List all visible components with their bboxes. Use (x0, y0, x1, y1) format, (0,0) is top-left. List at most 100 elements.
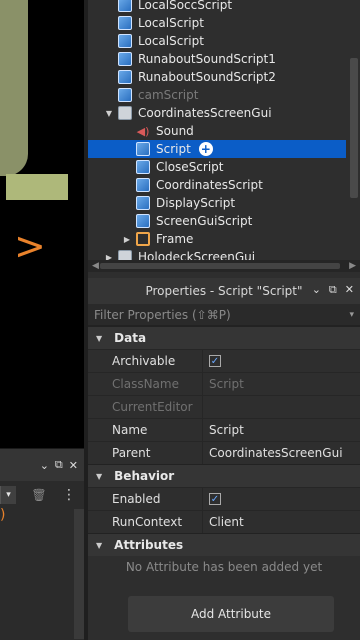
script-icon (118, 16, 132, 30)
collapse-icon[interactable]: ⌄ (40, 459, 49, 472)
viewport-wall (0, 0, 28, 176)
insert-object-icon[interactable]: + (198, 142, 213, 156)
property-value[interactable] (202, 396, 360, 418)
script-icon (136, 142, 150, 156)
explorer-item-label: DisplayScript (156, 196, 236, 210)
output-panel: ⌄ ⧉ ✕ ▾ 🗑 ⋮ ) (0, 448, 84, 640)
section-data[interactable]: ▼ Data (88, 326, 360, 349)
output-toolbar: ▾ 🗑 ⋮ (0, 481, 84, 509)
game-viewport[interactable]: > (0, 0, 84, 448)
explorer-item-label: CloseScript (156, 160, 224, 174)
explorer-item-label: RunaboutSoundScript2 (138, 70, 276, 84)
explorer-item[interactable]: LocalScript (88, 14, 346, 32)
output-panel-titlebar: ⌄ ⧉ ✕ (0, 449, 84, 481)
property-row: ClassName Script (88, 372, 360, 395)
script-icon (118, 34, 132, 48)
property-name: RunContext (112, 515, 183, 529)
property-name: Name (112, 423, 148, 437)
explorer-item-label: Script (156, 142, 191, 156)
checkbox-checked-icon[interactable]: ✓ (209, 493, 221, 505)
section-collapse-icon[interactable]: ▼ (96, 472, 102, 481)
property-name: Archivable (112, 354, 176, 368)
explorer-vertical-scrollbar[interactable] (350, 58, 358, 198)
property-row: Parent CoordinatesScreenGui (88, 441, 360, 464)
explorer-item-label: CoordinatesScreenGui (138, 106, 272, 120)
property-value[interactable]: Client (202, 511, 360, 533)
explorer-item[interactable]: LocalScript (88, 32, 346, 50)
property-row: Enabled ✓ (88, 487, 360, 510)
explorer-item[interactable]: RunaboutSoundScript1 (88, 50, 346, 68)
explorer-item[interactable]: CoordinatesScript (88, 176, 346, 194)
properties-title: Properties - Script "Script" (145, 284, 303, 298)
expand-arrow-icon[interactable]: ▼ (104, 109, 114, 118)
collapse-icon[interactable]: ⌄ (312, 283, 321, 297)
property-name: Enabled (112, 492, 161, 506)
trash-icon[interactable]: 🗑 (31, 488, 46, 502)
no-attributes-message: No Attribute has been added yet (125, 560, 323, 574)
explorer-item[interactable]: camScript (88, 86, 346, 104)
section-attributes-label: Attributes (114, 538, 184, 552)
viewport-plate (6, 174, 68, 200)
property-row: Name Script (88, 418, 360, 441)
more-icon[interactable]: ⋮ (62, 487, 76, 503)
script-icon (118, 88, 132, 102)
explorer-item[interactable]: ◀) Sound (88, 122, 346, 140)
checkbox-checked-icon[interactable]: ✓ (209, 355, 221, 367)
popout-icon[interactable]: ⧉ (329, 283, 337, 297)
explorer-item-label: Sound (156, 124, 194, 138)
explorer-item-label: camScript (138, 88, 199, 102)
explorer-horizontal-thumb[interactable] (100, 263, 340, 269)
property-value[interactable]: CoordinatesScreenGui (202, 442, 360, 464)
property-value[interactable]: Script (202, 419, 360, 441)
explorer-item[interactable]: CloseScript (88, 158, 346, 176)
script-icon (118, 0, 132, 12)
property-row: RunContext Client (88, 510, 360, 533)
property-name: CurrentEditor (112, 400, 193, 414)
filter-dropdown-icon[interactable]: ▾ (349, 310, 354, 320)
sound-icon: ◀) (136, 124, 150, 138)
filter-placeholder: Filter Properties (⇧⌘P) (94, 307, 231, 322)
explorer-item[interactable]: RunaboutSoundScript2 (88, 68, 346, 86)
popout-icon[interactable]: ⧉ (55, 458, 63, 472)
property-value[interactable]: Script (202, 373, 360, 395)
section-collapse-icon[interactable]: ▼ (96, 541, 102, 550)
explorer-item-label: ScreenGuiScript (156, 214, 253, 228)
section-attributes[interactable]: ▼ Attributes (88, 533, 360, 556)
scroll-right-icon[interactable]: ▶ (349, 261, 356, 271)
section-collapse-icon[interactable]: ▼ (96, 334, 102, 343)
scroll-left-icon[interactable]: ◀ (92, 261, 99, 271)
section-behavior[interactable]: ▼ Behavior (88, 464, 360, 487)
output-text: ) (0, 507, 6, 523)
explorer-item[interactable]: DisplayScript (88, 194, 346, 212)
explorer-item[interactable]: Script + (88, 140, 346, 158)
add-attribute-button[interactable]: Add Attribute (128, 596, 334, 632)
property-value[interactable]: ✓ (202, 488, 360, 510)
filter-dropdown-icon[interactable]: ▾ (0, 486, 16, 504)
explorer-item-label: Frame (156, 232, 194, 246)
explorer-tree: LocalSoccScript LocalScript LocalScript Run… (88, 0, 360, 273)
explorer-item[interactable]: ▶ Frame (88, 230, 346, 248)
explorer-item[interactable]: ▼ CoordinatesScreenGui (88, 104, 346, 122)
screengui-icon (118, 106, 132, 120)
output-scrollbar[interactable] (74, 509, 84, 639)
script-icon (118, 70, 132, 84)
property-row: Archivable ✓ (88, 349, 360, 372)
property-row: CurrentEditor (88, 395, 360, 418)
script-icon (136, 160, 150, 174)
explorer-item-label: LocalScript (138, 34, 204, 48)
explorer-item-label: LocalSoccScript (138, 0, 233, 12)
explorer-item[interactable]: LocalSoccScript (88, 0, 346, 14)
close-icon[interactable]: ✕ (69, 459, 78, 472)
collapse-arrow-icon[interactable]: ▶ (122, 235, 132, 244)
properties-panel: Properties - Script "Script" ⌄ ⧉ ✕ Filte… (88, 278, 360, 640)
explorer-item-label: LocalScript (138, 16, 204, 30)
explorer-item[interactable]: ScreenGuiScript (88, 212, 346, 230)
section-behavior-label: Behavior (114, 469, 175, 483)
section-data-label: Data (114, 331, 147, 345)
filter-properties-input[interactable]: Filter Properties (⇧⌘P) ▾ (88, 304, 360, 326)
script-icon (136, 214, 150, 228)
frame-icon (136, 232, 150, 246)
close-icon[interactable]: ✕ (345, 283, 354, 297)
property-value[interactable]: ✓ (202, 350, 360, 372)
explorer-item-label: RunaboutSoundScript1 (138, 52, 276, 66)
